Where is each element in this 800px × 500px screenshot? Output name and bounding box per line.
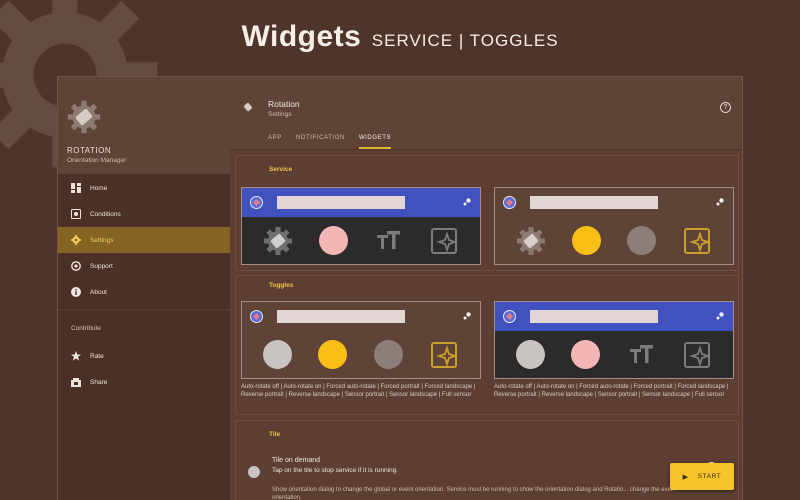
sidebar-item-label: Settings xyxy=(90,236,114,244)
app-subtitle: Orientation Manager xyxy=(67,157,127,164)
support-icon xyxy=(71,261,81,271)
conditions-icon xyxy=(71,209,81,219)
banner-title: Widgets xyxy=(241,20,362,53)
app-logo-icon xyxy=(67,100,101,134)
tab-app[interactable]: APP xyxy=(268,135,282,149)
toggle-circle-icon[interactable] xyxy=(373,340,403,369)
tile-card: Tile Tile on demand Tap on the tile to s… xyxy=(235,420,739,500)
play-icon: ▶ xyxy=(682,473,689,481)
share-icon xyxy=(71,377,81,387)
rotation-badge-icon xyxy=(250,310,263,323)
settings-scroll-area[interactable]: Service Toggles Auto-rotate off | Auto-r… xyxy=(230,151,742,500)
rotation-gear-icon[interactable] xyxy=(516,226,546,256)
toggles-card: Toggles Auto-rotate off | Auto-rotate on… xyxy=(235,275,739,415)
sidebar-item-label: Share xyxy=(90,378,108,386)
toggles-caption-right: Auto-rotate off | Auto-rotate on | Force… xyxy=(494,384,729,398)
app-title: ROTATION xyxy=(67,146,112,155)
widget-title-bar xyxy=(277,196,405,209)
sidebar-item-label: Support xyxy=(90,262,113,270)
sidebar-section-contribute: Contribute xyxy=(71,325,101,332)
toggle-circle-icon[interactable] xyxy=(318,340,348,369)
widget-body xyxy=(495,331,733,378)
sidebar-item-rate[interactable]: Rate xyxy=(58,343,230,369)
widget-header xyxy=(242,302,480,331)
widget-settings-icon[interactable] xyxy=(715,311,725,321)
tile-title: Tile xyxy=(269,431,281,438)
text-size-icon[interactable] xyxy=(626,340,656,370)
service-widget-dark[interactable] xyxy=(241,187,481,265)
tile-description: Show orientation dialog to change the gl… xyxy=(272,487,676,500)
widget-settings-icon[interactable] xyxy=(715,197,725,207)
info-icon xyxy=(71,287,81,297)
sparkle-icon[interactable] xyxy=(429,340,459,370)
sidebar-header: ROTATION Orientation Manager xyxy=(58,77,230,174)
gear-icon xyxy=(71,235,81,245)
contribute-nav: Rate Share xyxy=(58,343,230,395)
sidebar-item-label: Home xyxy=(90,184,108,192)
sidebar-item-label: Rate xyxy=(90,352,104,360)
text-size-icon[interactable] xyxy=(373,226,403,256)
star-icon xyxy=(71,351,81,361)
page-subtitle: Settings xyxy=(268,111,292,118)
toggle-circle-icon[interactable] xyxy=(263,340,293,369)
sidebar-item-home[interactable]: Home xyxy=(58,175,230,201)
sparkle-icon[interactable] xyxy=(429,226,459,256)
tab-notification[interactable]: NOTIFICATION xyxy=(296,135,345,149)
service-widget-brown[interactable] xyxy=(494,187,734,265)
sidebar-nav: Home Conditions Settings Support About xyxy=(58,175,230,305)
widget-title-bar xyxy=(277,310,405,323)
app-window: ROTATION Orientation Manager Home Condit… xyxy=(57,76,743,500)
widget-settings-icon[interactable] xyxy=(462,311,472,321)
sidebar-item-label: About xyxy=(90,288,107,296)
toggles-title: Toggles xyxy=(269,282,294,289)
tab-widgets[interactable]: WIDGETS xyxy=(358,135,392,149)
widget-title-bar xyxy=(530,310,658,323)
widget-settings-icon[interactable] xyxy=(462,197,472,207)
rotation-badge-icon xyxy=(503,310,516,323)
status-circle-icon[interactable] xyxy=(627,226,656,255)
start-label: START xyxy=(697,473,722,480)
start-service-button[interactable]: ▶ START xyxy=(670,463,734,490)
rotation-badge-icon xyxy=(250,196,263,209)
tile-help-text: Tap on the tile to stop service if it is… xyxy=(272,467,399,474)
toggles-widget-brown[interactable] xyxy=(241,301,481,379)
top-app-bar: Rotation Settings ? APP NOTIFICATION WID… xyxy=(230,77,742,150)
tile-radio[interactable] xyxy=(248,466,260,478)
rotation-badge-icon xyxy=(503,196,516,209)
widget-header xyxy=(495,302,733,331)
main-content: Rotation Settings ? APP NOTIFICATION WID… xyxy=(230,77,742,500)
sidebar-item-settings[interactable]: Settings xyxy=(58,227,230,253)
toggles-widget-dark[interactable] xyxy=(494,301,734,379)
sidebar: ROTATION Orientation Manager Home Condit… xyxy=(58,77,230,500)
rotation-icon xyxy=(243,102,253,112)
page-title: Rotation xyxy=(268,99,300,109)
status-circle-icon[interactable] xyxy=(572,226,601,255)
banner: Widgets SERVICE | TOGGLES xyxy=(0,20,800,54)
sidebar-item-share[interactable]: Share xyxy=(58,369,230,395)
rotation-gear-icon[interactable] xyxy=(263,226,293,256)
widget-body xyxy=(495,217,733,264)
tile-on-demand-label: Tile on demand xyxy=(272,457,320,464)
toggle-circle-icon[interactable] xyxy=(516,340,545,369)
service-card: Service xyxy=(235,155,739,271)
service-title: Service xyxy=(269,166,293,173)
sidebar-item-support[interactable]: Support xyxy=(58,253,230,279)
widget-body xyxy=(242,217,480,264)
dashboard-icon xyxy=(71,183,81,193)
banner-subtitle: SERVICE | TOGGLES xyxy=(371,31,559,50)
toggles-caption-left: Auto-rotate off | Auto-rotate on | Force… xyxy=(241,384,476,398)
widget-body xyxy=(242,331,480,378)
widget-header xyxy=(495,188,733,217)
widget-header xyxy=(242,188,480,217)
help-icon[interactable]: ? xyxy=(720,102,731,113)
toggle-circle-icon[interactable] xyxy=(571,340,600,369)
sidebar-item-label: Conditions xyxy=(90,210,121,218)
status-circle-icon[interactable] xyxy=(318,226,348,255)
sparkle-icon[interactable] xyxy=(682,340,712,370)
tab-bar: APP NOTIFICATION WIDGETS xyxy=(268,135,405,149)
sidebar-item-conditions[interactable]: Conditions xyxy=(58,201,230,227)
sidebar-item-about[interactable]: About xyxy=(58,279,230,305)
widget-title-bar xyxy=(530,196,658,209)
sparkle-icon[interactable] xyxy=(682,226,712,256)
